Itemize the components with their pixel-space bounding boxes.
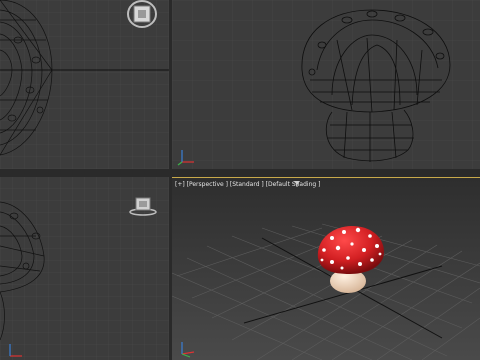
viewport-perspective[interactable]: [+] [Perspective ] [Standard ] [Default … xyxy=(171,177,480,360)
viewcube-icon[interactable] xyxy=(124,0,160,30)
axis-tripod-icon xyxy=(181,342,195,358)
viewport-divider-horizontal[interactable] xyxy=(0,169,480,177)
viewport-front[interactable] xyxy=(172,0,480,169)
viewport-divider-vertical[interactable] xyxy=(169,0,172,360)
mushroom-wireframe-front[interactable] xyxy=(172,0,480,169)
viewport-left[interactable] xyxy=(0,176,169,360)
viewport-top[interactable] xyxy=(0,0,169,169)
mushroom-shaded[interactable] xyxy=(172,178,480,360)
filter-icon[interactable] xyxy=(293,180,301,188)
axis-tripod-icon xyxy=(177,150,194,166)
viewcube-icon[interactable] xyxy=(128,196,158,216)
axis-tripod-icon xyxy=(9,344,22,357)
